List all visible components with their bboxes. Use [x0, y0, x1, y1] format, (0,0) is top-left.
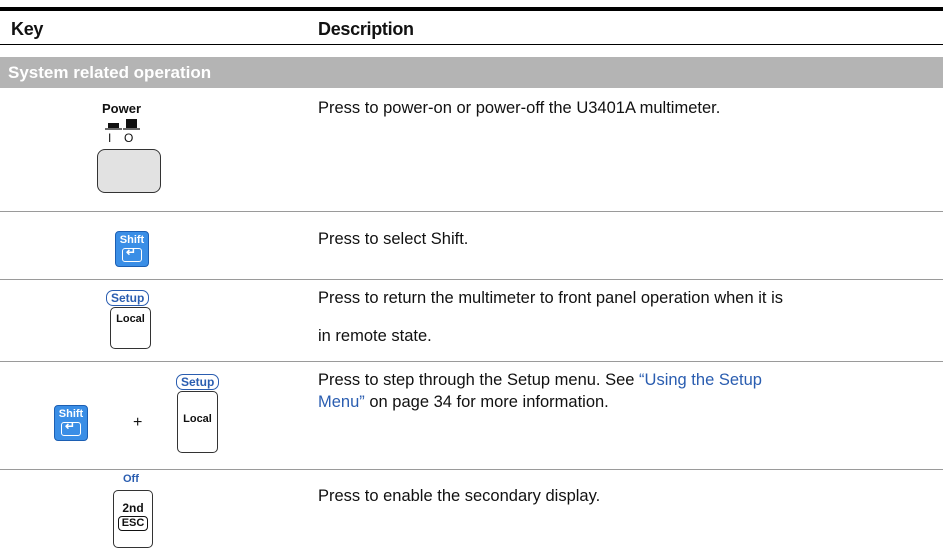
row-description: Press to enable the secondary display. — [318, 487, 601, 505]
second-esc-key[interactable]: 2nd ESC — [113, 490, 153, 548]
local-key-label: Local — [116, 313, 145, 325]
row-description-line1: Press to return the multimeter to front … — [318, 289, 783, 307]
power-label: Power — [102, 101, 142, 116]
description-text: Press to step through the Setup menu. Se… — [318, 371, 640, 389]
plus-sign: + — [133, 414, 143, 431]
local-key[interactable]: Local — [110, 307, 151, 349]
local-key-label: Local — [183, 413, 212, 425]
table-header: Key Description — [0, 11, 943, 45]
enter-icon — [122, 245, 142, 262]
local-key[interactable]: Local — [177, 391, 218, 453]
row-divider — [0, 279, 943, 280]
row-description: Press to select Shift. — [318, 230, 469, 248]
setup-menu-link[interactable]: “Using the Setup — [639, 371, 762, 389]
row-description: Press to power-on or power-off the U3401… — [318, 99, 721, 117]
esc-key-label: ESC — [117, 516, 149, 531]
header-key: Key — [11, 19, 44, 39]
section-heading: System related operation — [0, 57, 943, 88]
second-key-label: 2nd — [122, 501, 144, 515]
description-text: on page 34 for more information. — [364, 393, 609, 411]
off-label: Off — [123, 473, 139, 485]
shift-key[interactable]: Shift — [115, 231, 149, 267]
section-title: System related operation — [8, 63, 212, 82]
row-divider — [0, 361, 943, 362]
setup-label: Setup — [176, 374, 220, 390]
row-description-line2: in remote state. — [318, 327, 432, 345]
row-divider — [0, 469, 943, 470]
enter-icon — [61, 419, 81, 436]
setup-label: Setup — [106, 290, 150, 306]
setup-menu-link-cont[interactable]: Menu” — [318, 393, 365, 411]
on-mark: I — [108, 131, 112, 145]
power-key[interactable] — [97, 149, 161, 193]
header-description: Description — [318, 19, 414, 39]
row-description: Press to step through the Setup menu. Se… — [318, 369, 933, 413]
off-mark: O — [124, 131, 134, 145]
row-divider — [0, 211, 943, 212]
shift-key[interactable]: Shift — [54, 405, 88, 441]
